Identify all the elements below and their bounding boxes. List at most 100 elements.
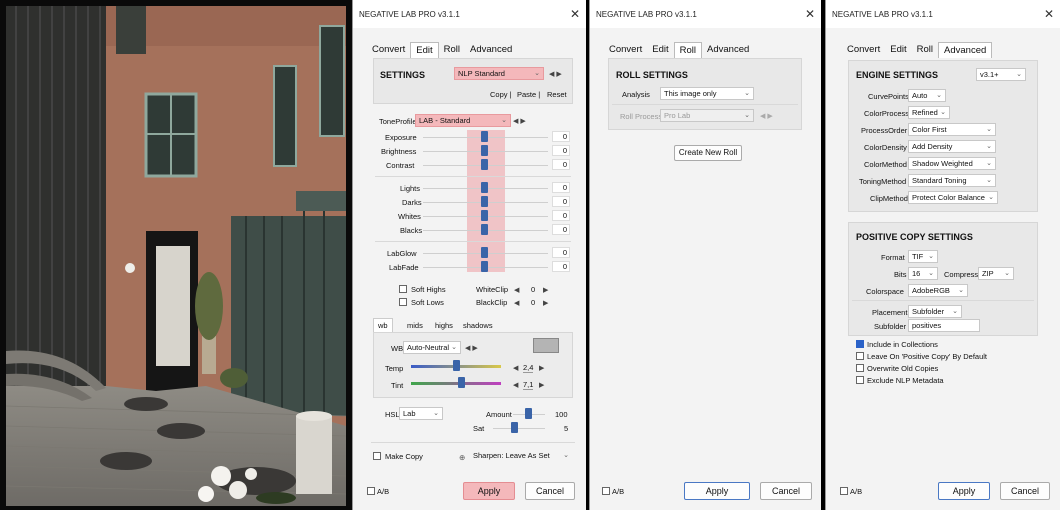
sat-slider-track[interactable] [493,428,545,429]
slider-thumb[interactable] [481,247,488,258]
slider-thumb[interactable] [481,131,488,142]
tab-convert[interactable]: Convert [604,42,647,58]
preset-select[interactable]: NLP Standard ⌄ [454,67,544,80]
roll-process-select[interactable]: Pro Lab ⌄ [660,109,754,122]
tab-advanced[interactable]: Advanced [702,42,754,58]
copy-link[interactable]: Copy | [490,90,512,99]
right-arrow-icon[interactable]: ▶ [543,286,548,294]
tint-slider-track[interactable] [411,382,501,385]
tab-mids[interactable]: mids [403,319,427,332]
wb-color-swatch[interactable] [533,338,559,353]
clipmethod-select[interactable]: Protect Color Balance ⌄ [908,191,998,204]
ab-checkbox[interactable] [367,487,375,495]
paste-link[interactable]: Paste | [517,90,540,99]
cancel-button[interactable]: Cancel [1000,482,1050,500]
ab-checkbox[interactable] [602,487,610,495]
compress-select[interactable]: ZIP ⌄ [978,267,1014,280]
reset-link[interactable]: Reset [547,90,567,99]
soft-highs-checkbox[interactable] [399,285,407,293]
close-icon[interactable]: ✕ [570,8,580,20]
wb-select[interactable]: Auto-Neutral ⌄ [403,341,461,354]
curvepoints-select[interactable]: Auto ⌄ [908,89,946,102]
tab-shadows[interactable]: shadows [459,319,497,332]
slider-thumb[interactable] [481,224,488,235]
slider-value[interactable]: 0 [552,182,570,193]
right-arrow-icon[interactable]: ▶ [539,364,544,372]
apply-button[interactable]: Apply [684,482,750,500]
close-icon[interactable]: ✕ [1044,8,1054,20]
slider-value[interactable]: 0 [552,159,570,170]
overwrite-copies-checkbox[interactable] [856,364,864,372]
make-copy-checkbox[interactable] [373,452,381,460]
engine-version-select[interactable]: v3.1+ ⌄ [976,68,1026,81]
analysis-select[interactable]: This image only ⌄ [660,87,754,100]
slider-value[interactable]: 0 [552,196,570,207]
create-new-roll-button[interactable]: Create New Roll [674,145,742,161]
tab-roll[interactable]: Roll [439,42,465,58]
slider-value[interactable]: 0 [552,145,570,156]
apply-button[interactable]: Apply [463,482,515,500]
colorprocess-select[interactable]: Refined ⌄ [908,106,950,119]
tab-convert[interactable]: Convert [842,42,885,58]
placement-select[interactable]: Subfolder ⌄ [908,305,962,318]
tab-roll[interactable]: Roll [912,42,938,58]
cancel-button[interactable]: Cancel [760,482,812,500]
slider-thumb[interactable] [481,261,488,272]
left-arrow-icon[interactable]: ◀ [513,381,518,389]
toneprofile-select[interactable]: LAB - Standard ⌄ [415,114,511,127]
slider-value[interactable]: 0 [552,210,570,221]
apply-button[interactable]: Apply [938,482,990,500]
hsl-select[interactable]: Lab ⌄ [399,407,443,420]
exclude-metadata-checkbox[interactable] [856,376,864,384]
slider-thumb[interactable] [481,210,488,221]
ab-checkbox[interactable] [840,487,848,495]
leave-on-positive-checkbox[interactable] [856,352,864,360]
amount-value[interactable]: 100 [555,410,568,419]
soft-lows-checkbox[interactable] [399,298,407,306]
toningmethod-select[interactable]: Standard Toning ⌄ [908,174,996,187]
tab-edit[interactable]: Edit [647,42,673,58]
slider-value[interactable]: 0 [552,224,570,235]
tint-value[interactable]: 7,1 [523,380,534,390]
sat-slider-thumb[interactable] [511,422,518,433]
tab-wb[interactable]: wb [373,318,393,332]
slider-value[interactable]: 0 [552,261,570,272]
bits-select[interactable]: 16 ⌄ [908,267,938,280]
left-arrow-icon[interactable]: ◀ [514,286,519,294]
right-arrow-icon[interactable]: ▶ [539,381,544,389]
right-arrow-icon[interactable]: ▶ [543,299,548,307]
close-icon[interactable]: ✕ [805,8,815,20]
sharpen-select[interactable]: Sharpen: Leave As Set ⌄ [469,449,573,462]
temp-slider-thumb[interactable] [453,360,460,371]
slider-thumb[interactable] [481,182,488,193]
colormethod-select[interactable]: Shadow Weighted ⌄ [908,157,996,170]
wb-arrows-icon[interactable]: ◀ ▶ [465,344,478,352]
cancel-button[interactable]: Cancel [525,482,575,500]
colorspace-select[interactable]: AdobeRGB ⌄ [908,284,968,297]
left-arrow-icon[interactable]: ◀ [513,364,518,372]
left-arrow-icon[interactable]: ◀ [514,299,519,307]
slider-thumb[interactable] [481,159,488,170]
tab-advanced[interactable]: Advanced [465,42,517,58]
preset-arrows-icon[interactable]: ◀ ▶ [549,70,562,78]
tab-roll[interactable]: Roll [673,42,703,58]
slider-value[interactable]: 0 [552,247,570,258]
amount-slider-thumb[interactable] [525,408,532,419]
roll-process-arrows-icon[interactable]: ◀ ▶ [760,112,773,120]
include-collections-checkbox[interactable] [856,340,864,348]
slider-thumb[interactable] [481,145,488,156]
tab-highs[interactable]: highs [431,319,457,332]
tab-edit[interactable]: Edit [410,42,439,58]
subfolder-input[interactable]: positives [908,319,980,332]
sat-value[interactable]: 5 [564,424,568,433]
whiteclip-value[interactable]: 0 [531,285,535,294]
processorder-select[interactable]: Color First ⌄ [908,123,996,136]
blackclip-value[interactable]: 0 [531,298,535,307]
colordensity-select[interactable]: Add Density ⌄ [908,140,996,153]
tab-advanced[interactable]: Advanced [938,42,993,58]
tab-convert[interactable]: Convert [367,42,410,58]
format-select[interactable]: TIF ⌄ [908,250,938,263]
toneprofile-arrows-icon[interactable]: ◀ ▶ [513,117,526,125]
slider-value[interactable]: 0 [552,131,570,142]
slider-thumb[interactable] [481,196,488,207]
